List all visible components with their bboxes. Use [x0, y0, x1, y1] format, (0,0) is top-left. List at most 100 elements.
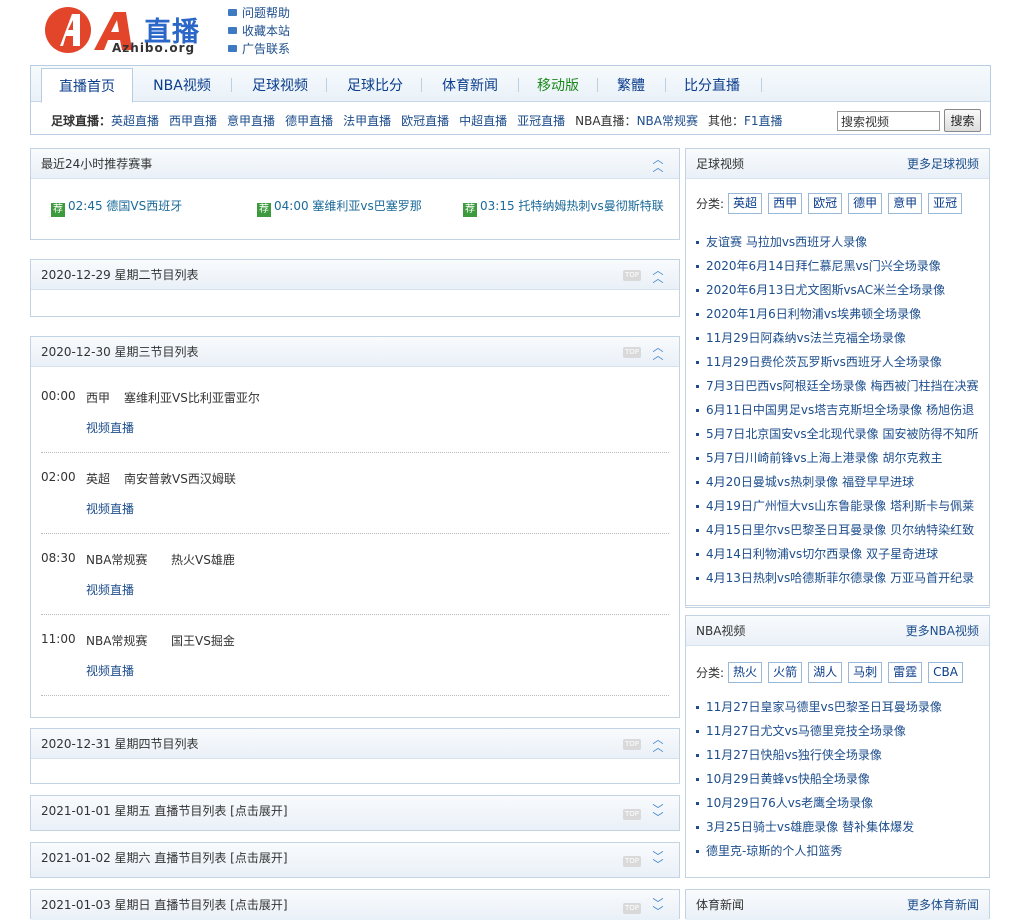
help-link[interactable]: 问题帮助: [228, 3, 290, 21]
category-tag[interactable]: 湖人: [808, 662, 843, 683]
category-tag[interactable]: 西甲: [768, 193, 803, 214]
collapse-icon[interactable]: ︿ ︿: [651, 342, 665, 361]
subnav-link-seriea[interactable]: 意甲直播: [227, 114, 275, 128]
subnav-link-csl[interactable]: 中超直播: [459, 114, 507, 128]
category-tag[interactable]: 热火: [728, 662, 763, 683]
divider: [41, 695, 669, 696]
top-icon[interactable]: TOP: [623, 809, 641, 820]
video-item[interactable]: 德里克-琼斯的个人扣篮秀: [696, 839, 942, 863]
bullet-icon: [696, 241, 699, 244]
recommend-item[interactable]: 荐 03:15 托特纳姆热刺vs曼彻斯特联: [463, 197, 664, 217]
video-item[interactable]: 4月19日广州恒大vs山东鲁能录像 塔利斯卡与佩莱: [696, 494, 978, 518]
subnav-link-epl[interactable]: 英超直播: [111, 114, 159, 128]
category-tag[interactable]: 马刺: [848, 662, 883, 683]
day-header[interactable]: 2021-01-03 星期日 直播节目列表 [点击展开] TOP ﹀ ﹀: [31, 890, 679, 920]
site-logo[interactable]: 直播 Azhibo.org: [44, 4, 214, 60]
video-item[interactable]: 11月27日尤文vs马德里竞技全场录像: [696, 719, 942, 743]
tab-home[interactable]: 直播首页: [41, 68, 133, 103]
video-item[interactable]: 10月29日76人vs老鹰全场录像: [696, 791, 942, 815]
video-item[interactable]: 11月27日快船vs独行侠全场录像: [696, 743, 942, 767]
tab-football-video[interactable]: 足球视频: [237, 66, 323, 102]
video-item[interactable]: 3月25日骑士vs雄鹿录像 替补集体爆发: [696, 815, 942, 839]
day-panel-collapsed: 2021-01-01 星期五 直播节目列表 [点击展开] TOP ﹀ ﹀: [30, 795, 680, 831]
video-item[interactable]: 7月3日巴西vs阿根廷全场录像 梅西被门柱挡在决赛: [696, 374, 978, 398]
category-tag[interactable]: 亚冠: [928, 193, 963, 214]
program-league: 西甲: [86, 391, 111, 405]
video-item[interactable]: 11月27日皇家马德里vs巴黎圣日耳曼场录像: [696, 695, 942, 719]
tab-sports-news[interactable]: 体育新闻: [424, 66, 516, 102]
video-item[interactable]: 2020年6月14日拜仁慕尼黑vs门兴全场录像: [696, 254, 978, 278]
video-item[interactable]: 11月29日阿森纳vs法兰克福全场录像: [696, 326, 978, 350]
top-icon[interactable]: TOP: [623, 856, 641, 867]
subnav-link-f1[interactable]: F1直播: [744, 114, 783, 128]
category-tag[interactable]: 英超: [728, 193, 763, 214]
search-input[interactable]: [837, 111, 940, 131]
subnav-link-laliga[interactable]: 西甲直播: [169, 114, 217, 128]
video-live-link[interactable]: 视频直播: [86, 662, 134, 679]
expand-icon[interactable]: ﹀ ﹀: [651, 804, 665, 823]
more-nba-video-link[interactable]: 更多NBA视频: [906, 616, 979, 646]
bookmark-link[interactable]: 收藏本站: [228, 21, 290, 39]
tv-icon: [228, 8, 237, 16]
video-item[interactable]: 4月13日热刺vs哈德斯菲尔德录像 万亚马首开纪录: [696, 566, 978, 590]
collapse-icon[interactable]: ︿ ︿: [651, 734, 665, 753]
expand-icon[interactable]: ﹀ ﹀: [651, 898, 665, 917]
category-tag[interactable]: 意甲: [888, 193, 923, 214]
bullet-icon: [696, 850, 699, 853]
video-item[interactable]: 5月7日川崎前锋vs上海上港录像 胡尔克救主: [696, 446, 978, 470]
video-item[interactable]: 6月11日中国男足vs塔吉克斯坦全场录像 杨旭伤退: [696, 398, 978, 422]
top-icon[interactable]: TOP: [623, 347, 641, 358]
tab-mobile[interactable]: 移动版: [521, 66, 595, 102]
collapse-icon[interactable]: ︿ ︿: [651, 154, 665, 173]
day-header[interactable]: 2020-12-31 星期四节目列表 TOP ︿ ︿: [31, 729, 679, 759]
subnav-link-bundesliga[interactable]: 德甲直播: [285, 114, 333, 128]
category-tag[interactable]: 欧冠: [808, 193, 843, 214]
more-sports-news-link[interactable]: 更多体育新闻: [907, 890, 979, 920]
program-time: 00:00: [41, 389, 76, 403]
video-item[interactable]: 11月29日费伦茨瓦罗斯vs西班牙人全场录像: [696, 350, 978, 374]
tab-football-score[interactable]: 足球比分: [331, 66, 419, 102]
category-bar: 分类: 英超 西甲 欧冠 德甲 意甲 亚冠: [696, 193, 968, 214]
subnav-link-nba[interactable]: NBA常规赛: [637, 114, 698, 128]
top-icon[interactable]: TOP: [623, 270, 641, 281]
category-label: 分类:: [696, 666, 725, 680]
football-video-header: 足球视频 更多足球视频: [686, 149, 989, 179]
video-item[interactable]: 友谊赛 马拉加vs西班牙人录像: [696, 230, 978, 254]
bullet-icon: [696, 337, 699, 340]
top-icon[interactable]: TOP: [623, 903, 641, 914]
video-item[interactable]: 4月15日里尔vs巴黎圣日耳曼录像 贝尔纳特染红致: [696, 518, 978, 542]
video-live-link[interactable]: 视频直播: [86, 581, 134, 598]
video-item[interactable]: 10月29日黄蜂vs快船全场录像: [696, 767, 942, 791]
day-header[interactable]: 2021-01-02 星期六 直播节目列表 [点击展开] TOP ﹀ ﹀: [31, 843, 679, 877]
video-live-link[interactable]: 视频直播: [86, 500, 134, 517]
ad-contact-link[interactable]: 广告联系: [228, 39, 290, 57]
recommend-item[interactable]: 荐 02:45 德国VS西班牙: [51, 197, 182, 217]
recommend-item[interactable]: 荐 04:00 塞维利亚vs巴塞罗那: [257, 197, 422, 217]
category-tag[interactable]: CBA: [928, 662, 963, 683]
expand-icon[interactable]: ﹀ ﹀: [651, 851, 665, 870]
video-item[interactable]: 2020年1月6日利物浦vs埃弗顿全场录像: [696, 302, 978, 326]
video-item[interactable]: 4月20日曼城vs热刺录像 福登早早进球: [696, 470, 978, 494]
search-button[interactable]: 搜索: [944, 109, 981, 132]
video-item[interactable]: 5月7日北京国安vs全北现代录像 国安被防得不知所: [696, 422, 978, 446]
tv-icon: [228, 44, 237, 52]
video-item[interactable]: 4月14日利物浦vs切尔西录像 双子星奇进球: [696, 542, 978, 566]
tab-traditional[interactable]: 繁體: [601, 66, 661, 102]
day-header[interactable]: 2020-12-30 星期三节目列表 TOP ︿ ︿: [31, 337, 679, 367]
category-tag[interactable]: 火箭: [768, 662, 803, 683]
category-tag[interactable]: 德甲: [848, 193, 883, 214]
bullet-icon: [696, 505, 699, 508]
tab-live-score[interactable]: 比分直播: [671, 66, 753, 102]
subnav-link-ucl[interactable]: 欧冠直播: [401, 114, 449, 128]
tab-nba-video[interactable]: NBA视频: [141, 66, 223, 102]
more-football-video-link[interactable]: 更多足球视频: [907, 149, 979, 179]
category-tag[interactable]: 雷霆: [888, 662, 923, 683]
subnav-link-ligue1[interactable]: 法甲直播: [343, 114, 391, 128]
collapse-icon[interactable]: ︿ ︿: [651, 265, 665, 284]
video-item[interactable]: 2020年6月13日尤文图斯vsAC米兰全场录像: [696, 278, 978, 302]
day-header[interactable]: 2020-12-29 星期二节目列表 TOP ︿ ︿: [31, 260, 679, 290]
subnav-link-acl[interactable]: 亚冠直播: [517, 114, 565, 128]
video-live-link[interactable]: 视频直播: [86, 419, 134, 436]
day-header[interactable]: 2021-01-01 星期五 直播节目列表 [点击展开] TOP ﹀ ﹀: [31, 796, 679, 830]
top-icon[interactable]: TOP: [623, 739, 641, 750]
